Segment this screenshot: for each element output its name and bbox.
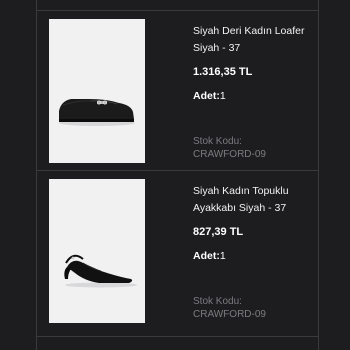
stock-code-label: Stok Kodu: [193, 296, 242, 307]
stock-code-value: CRAWFORD-09 [193, 149, 266, 160]
cart-page: Siyah Deri Kadın Loafer Siyah - 37 1.316… [0, 0, 350, 350]
loafer-icon [49, 19, 145, 163]
stock-code: Stok Kodu: CRAWFORD-09 [193, 295, 266, 321]
cart-item: Siyah Kadın Topuklu Ayakkabı Siyah - 37 … [37, 171, 318, 331]
cart-item: Siyah Deri Kadın Loafer Siyah - 37 1.316… [37, 11, 318, 171]
product-image-loafer[interactable] [49, 19, 145, 163]
stock-code: Stok Kodu: CRAWFORD-09 [193, 135, 266, 161]
quantity-value: 1 [219, 90, 226, 102]
cart-item-list: Siyah Deri Kadın Loafer Siyah - 37 1.316… [36, 0, 319, 350]
divider [37, 336, 318, 337]
quantity: Adet:1 [193, 90, 226, 102]
heel-shoe-icon [49, 179, 145, 323]
product-price: 1.316,35 TL [193, 66, 253, 78]
quantity: Adet:1 [193, 250, 226, 262]
product-price: 827,39 TL [193, 226, 244, 238]
product-image-heel[interactable] [49, 179, 145, 323]
quantity-label: Adet: [193, 90, 220, 102]
product-name[interactable]: Siyah Deri Kadın Loafer Siyah - 37 [193, 23, 313, 57]
quantity-label: Adet: [193, 250, 220, 262]
stock-code-label: Stok Kodu: [193, 136, 242, 147]
stock-code-value: CRAWFORD-09 [193, 309, 266, 320]
product-name[interactable]: Siyah Kadın Topuklu Ayakkabı Siyah - 37 [193, 183, 313, 217]
quantity-value: 1 [219, 250, 226, 262]
